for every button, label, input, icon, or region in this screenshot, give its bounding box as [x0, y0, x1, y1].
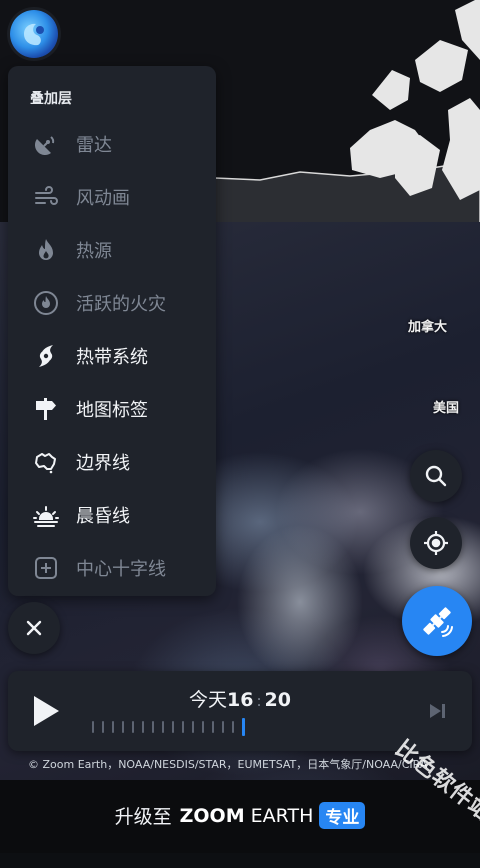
layer-label: 热源 — [76, 241, 112, 262]
layer-item-active-fires[interactable]: 活跃的火灾 — [8, 277, 216, 329]
skip-forward-icon — [430, 704, 445, 718]
wind-icon — [32, 183, 60, 211]
locate-button[interactable] — [410, 517, 462, 569]
layer-item-tropical-systems[interactable]: 热带系统 — [8, 330, 216, 382]
radar-icon — [32, 130, 60, 158]
layer-label: 晨昏线 — [76, 506, 130, 527]
layer-label: 中心十字线 — [76, 559, 166, 580]
layer-item-center-crosshair[interactable]: 中心十字线 — [8, 542, 216, 594]
layer-item-radar[interactable]: 雷达 — [8, 118, 216, 170]
timeline-tick[interactable] — [232, 721, 234, 733]
imagery-credits: © Zoom Earth，NOAA/NESDIS/STAR，EUMETSAT，日… — [28, 758, 428, 771]
timeline-tick[interactable] — [212, 721, 214, 733]
layer-item-map-labels[interactable]: 地图标签 — [8, 383, 216, 435]
layer-label: 地图标签 — [76, 400, 148, 421]
active-fire-icon — [32, 289, 60, 317]
search-button[interactable] — [410, 450, 462, 502]
timeline-tick[interactable] — [152, 721, 154, 733]
layer-label: 活跃的火灾 — [76, 294, 166, 315]
hurricane-icon — [32, 342, 60, 370]
map-label-canada: 加拿大 — [408, 320, 448, 335]
satellite-icon — [423, 607, 453, 637]
layers-panel: 叠加层 雷达 风动画 热源 活跃的火灾 热带系统 地图标签 边界线 晨昏线 中心… — [8, 66, 216, 596]
timeline-tick[interactable] — [202, 721, 204, 733]
brand-rest: EARTH — [250, 804, 314, 827]
timeline-tick[interactable] — [142, 721, 144, 733]
skip-to-latest-button[interactable] — [428, 702, 448, 724]
current-time: 今天16:20 — [8, 685, 472, 712]
time-minute: 20 — [264, 689, 291, 711]
time-hour: 16 — [227, 689, 254, 711]
boundary-icon — [32, 448, 60, 476]
banner-prefix: 升级至 — [114, 806, 172, 828]
close-icon — [26, 620, 42, 636]
search-icon — [425, 465, 447, 487]
earth-logo-icon — [24, 23, 44, 46]
layer-label: 热带系统 — [76, 347, 148, 368]
timeline-tick[interactable] — [122, 721, 124, 733]
pro-badge: 专业 — [319, 802, 366, 829]
timeline-tick[interactable] — [102, 721, 104, 733]
timeline-tick[interactable] — [172, 721, 174, 733]
timeline-current-tick[interactable] — [242, 718, 245, 736]
timeline-tick[interactable] — [112, 721, 114, 733]
app-logo-button[interactable] — [10, 10, 58, 58]
time-day: 今天 — [189, 689, 228, 711]
layer-item-wind[interactable]: 风动画 — [8, 171, 216, 223]
layer-label: 风动画 — [76, 188, 130, 209]
timeline-tick[interactable] — [192, 721, 194, 733]
satellite-mode-button[interactable] — [402, 586, 472, 656]
panel-title: 叠加层 — [30, 91, 72, 107]
layer-item-heat[interactable]: 热源 — [8, 224, 216, 276]
time-separator: : — [256, 692, 262, 710]
timeline-tick[interactable] — [222, 721, 224, 733]
fire-icon — [32, 236, 60, 264]
layer-label: 边界线 — [76, 453, 130, 474]
close-panel-button[interactable] — [8, 602, 60, 654]
map-label-usa: 美国 — [433, 401, 460, 416]
timeline-tick[interactable] — [92, 721, 94, 733]
brand-bold: ZOOM — [179, 804, 245, 827]
timeline-tick[interactable] — [182, 721, 184, 733]
crosshair-box-icon — [32, 554, 60, 582]
layer-label: 雷达 — [76, 135, 112, 156]
layer-item-day-night-line[interactable]: 晨昏线 — [8, 489, 216, 541]
layer-item-boundaries[interactable]: 边界线 — [8, 436, 216, 488]
banner-brand: ZOOM EARTH — [180, 805, 314, 827]
target-location-icon — [424, 531, 448, 555]
signpost-icon — [32, 395, 60, 423]
timeline-tick[interactable] — [162, 721, 164, 733]
timeline-tick[interactable] — [132, 721, 134, 733]
sunrise-icon — [32, 501, 60, 529]
